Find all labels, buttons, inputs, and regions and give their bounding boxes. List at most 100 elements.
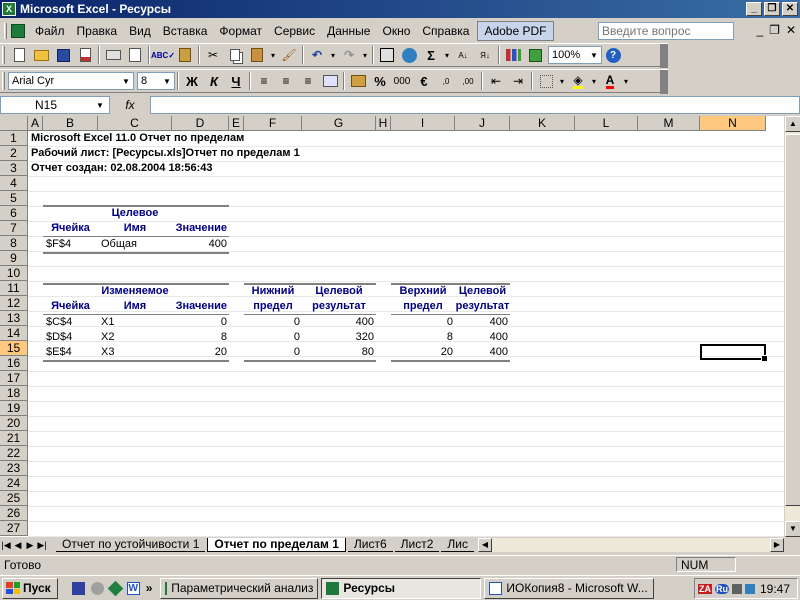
toolbar-options-button[interactable] — [660, 44, 668, 68]
row-header[interactable]: 22 — [0, 446, 28, 461]
word-icon[interactable]: W — [126, 581, 140, 595]
paste-button[interactable] — [246, 45, 268, 65]
row-header[interactable]: 3 — [0, 161, 28, 176]
font-name-select[interactable]: Arial Cyr ▼ — [8, 72, 134, 90]
variable-upper-result[interactable]: 400 — [455, 330, 508, 345]
toolbar-options-button[interactable] — [660, 70, 668, 94]
menu-insert[interactable]: Вставка — [157, 22, 214, 40]
variable-upper[interactable]: 8 — [391, 330, 453, 345]
column-header[interactable]: I — [391, 116, 455, 131]
upper-limit-header-bottom[interactable]: предел — [391, 299, 455, 314]
first-sheet-button[interactable]: |◀ — [0, 540, 12, 551]
redo-button[interactable]: ↷ — [338, 45, 360, 65]
variable-lower[interactable]: 0 — [244, 345, 300, 360]
save-button[interactable] — [52, 45, 74, 65]
upper-result-header-bottom[interactable]: результат — [455, 299, 510, 314]
scroll-left-button[interactable]: ◀ — [478, 538, 492, 552]
minimize-button[interactable]: _ — [746, 2, 762, 16]
start-button[interactable]: Пуск — [2, 577, 58, 599]
font-color-dropdown-icon[interactable]: ▾ — [621, 77, 631, 86]
variable-lower[interactable]: 0 — [244, 330, 300, 345]
report-worksheet[interactable]: Рабочий лист: [Ресурсы.xls]Отчет по пред… — [31, 146, 300, 161]
variable-name[interactable]: X1 — [101, 315, 171, 330]
upper-result-header-top[interactable]: Целевой — [455, 284, 510, 299]
font-color-button[interactable]: A — [599, 71, 621, 91]
column-header[interactable]: M — [638, 116, 700, 131]
quick-launch-more-button[interactable]: » — [146, 581, 153, 595]
cut-button[interactable]: ✂ — [202, 45, 224, 65]
target-name[interactable]: Общая — [101, 237, 137, 252]
hyperlink-button[interactable] — [376, 45, 398, 65]
row-header[interactable]: 24 — [0, 476, 28, 491]
task-word-document[interactable]: ИОКопия8 - Microsoft W... — [484, 577, 655, 599]
menu-tools[interactable]: Сервис — [268, 22, 321, 40]
row-header[interactable]: 27 — [0, 521, 28, 536]
variable-col-cell[interactable]: Ячейка — [43, 299, 98, 314]
align-center-button[interactable]: ≡ — [275, 71, 297, 91]
row-header[interactable]: 10 — [0, 266, 28, 281]
variable-col-value[interactable]: Значение — [172, 299, 227, 314]
variable-name[interactable]: X3 — [101, 345, 171, 360]
report-created[interactable]: Отчет создан: 02.08.2004 18:56:43 — [31, 161, 213, 176]
worksheet-grid[interactable]: ABCDEFGHIJKLMN 1 2 3 4 5 6 7 8 9 10 11 12 13 14 15 16 17… — [0, 116, 784, 537]
variable-cell[interactable]: $E$4 — [46, 345, 98, 360]
variable-upper-result[interactable]: 400 — [455, 315, 508, 330]
row-header[interactable]: 13 — [0, 311, 28, 326]
column-header[interactable]: B — [43, 116, 98, 131]
thousands-button[interactable]: 000 — [391, 71, 413, 91]
variable-upper-result[interactable]: 400 — [455, 345, 508, 360]
row-header[interactable]: 11 — [0, 281, 28, 296]
column-header[interactable]: J — [455, 116, 510, 131]
name-box[interactable]: N15 ▼ — [0, 96, 110, 114]
volume-icon[interactable] — [732, 583, 742, 594]
menu-format[interactable]: Формат — [213, 22, 268, 40]
decrease-indent-button[interactable]: ⇤ — [485, 71, 507, 91]
row-header[interactable]: 19 — [0, 401, 28, 416]
variable-upper[interactable]: 0 — [391, 315, 453, 330]
fill-color-button[interactable]: ◈ — [567, 71, 589, 91]
row-header[interactable]: 6 — [0, 206, 28, 221]
target-col-cell[interactable]: Ячейка — [43, 221, 98, 236]
autosum-dropdown-icon[interactable]: ▾ — [442, 51, 452, 60]
row-header[interactable]: 16 — [0, 356, 28, 371]
variable-value[interactable]: 8 — [172, 330, 227, 345]
print-preview-button[interactable] — [124, 45, 146, 65]
menu-view[interactable]: Вид — [123, 22, 157, 40]
row-header[interactable]: 21 — [0, 431, 28, 446]
last-sheet-button[interactable]: ▶| — [36, 540, 48, 551]
row-header[interactable]: 5 — [0, 191, 28, 206]
align-left-button[interactable]: ≡ — [253, 71, 275, 91]
research-button[interactable] — [174, 45, 196, 65]
lower-limit-header-bottom[interactable]: предел — [244, 299, 302, 314]
column-header[interactable]: A — [28, 116, 43, 131]
prev-sheet-button[interactable]: ◀ — [12, 540, 24, 551]
sheet-tab-partial[interactable]: Лис — [441, 538, 474, 552]
drawing-button[interactable] — [524, 45, 546, 65]
excel-icon[interactable]: X — [2, 2, 16, 16]
variable-lower-result[interactable]: 400 — [302, 315, 374, 330]
increase-indent-button[interactable]: ⇥ — [507, 71, 529, 91]
italic-button[interactable]: К — [203, 71, 225, 91]
sheet-tab-limits[interactable]: Отчет по пределам 1 — [207, 538, 346, 552]
row-header[interactable]: 4 — [0, 176, 28, 191]
borders-dropdown-icon[interactable]: ▾ — [557, 77, 567, 86]
row-header[interactable]: 25 — [0, 491, 28, 506]
merge-center-button[interactable] — [319, 71, 341, 91]
column-header[interactable]: C — [98, 116, 172, 131]
column-header[interactable]: F — [244, 116, 302, 131]
save-disk-icon[interactable] — [71, 581, 85, 595]
select-all-corner[interactable] — [0, 116, 28, 131]
spelling-button[interactable]: ABC✓ — [151, 45, 175, 65]
percent-button[interactable]: % — [369, 71, 391, 91]
task-resources[interactable]: Ресурсы — [321, 577, 482, 599]
menu-window[interactable]: Окно — [376, 22, 416, 40]
undo-button[interactable]: ↶ — [306, 45, 328, 65]
zoom-select[interactable]: 100% ▼ — [548, 46, 602, 64]
euro-button[interactable]: € — [413, 71, 435, 91]
undo-dropdown-icon[interactable]: ▾ — [328, 51, 338, 60]
variable-cell[interactable]: $D$4 — [46, 330, 98, 345]
autosum-button[interactable]: Σ — [420, 45, 442, 65]
row-header[interactable]: 26 — [0, 506, 28, 521]
column-header[interactable]: E — [229, 116, 244, 131]
target-header[interactable]: Целевое — [98, 206, 172, 221]
